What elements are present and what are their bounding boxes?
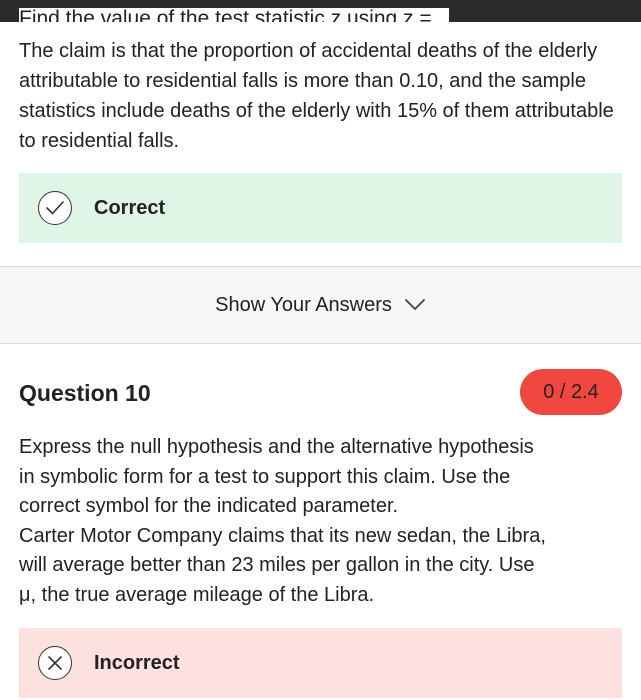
show-answers-button[interactable]: Show Your Answers [0, 266, 641, 344]
question-text-line: correct symbol for the indicated paramet… [19, 495, 399, 517]
question-text-line: Express the null hypothesis and the alte… [19, 436, 534, 458]
show-answers-label: Show Your Answers [215, 293, 392, 316]
question-text-line: Carter Motor Company claims that its new… [19, 524, 546, 547]
top-bar: Find the value of the test statistic z u… [0, 0, 641, 22]
correct-result-box: Correct [19, 173, 622, 243]
result-label: Correct [94, 196, 166, 219]
chevron-down-icon [404, 298, 426, 312]
x-icon [38, 646, 72, 680]
question-text-line: in symbolic form for a test to support t… [19, 465, 511, 488]
claim-text: The claim is that the proportion of acci… [19, 40, 614, 152]
check-icon [38, 191, 72, 225]
incorrect-result-box: Incorrect [19, 628, 622, 698]
question-text-line: μ, the true average mileage of the Libra… [19, 583, 375, 606]
question-text: Express the null hypothesis and the alte… [19, 433, 624, 610]
result-label: Incorrect [94, 651, 180, 674]
question-text-line: will average better than 23 miles per ga… [19, 554, 535, 576]
score-badge: 0 / 2.4 [520, 369, 622, 415]
clipped-question-line: Find the value of the test statistic z u… [19, 8, 450, 22]
question-title: Question 10 [19, 380, 151, 406]
